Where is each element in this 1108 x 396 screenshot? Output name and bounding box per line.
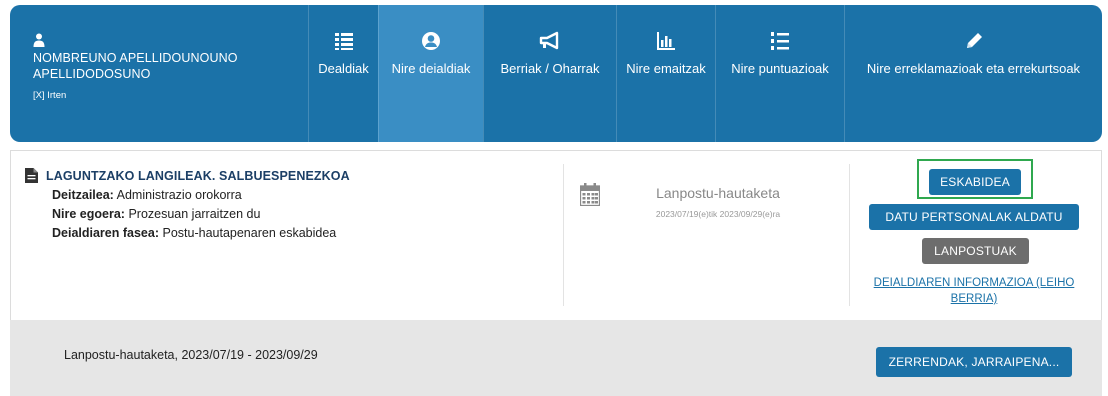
convener-row: Deitzailea: Administrazio orokorra bbox=[52, 188, 555, 202]
status-row: Nire egoera: Prozesuan jarraitzen du bbox=[52, 207, 555, 221]
posts-button[interactable]: LANPOSTUAK bbox=[922, 238, 1029, 264]
lists-tracking-button[interactable]: ZERRENDAK, JARRAIPENA... bbox=[876, 347, 1072, 377]
application-button[interactable]: ESKABIDEA bbox=[929, 169, 1021, 195]
bar-chart-icon bbox=[657, 32, 675, 50]
status-value: Prozesuan jarraitzen du bbox=[128, 207, 261, 221]
edit-personal-data-button[interactable]: DATU PERTSONALAK ALDATU bbox=[869, 204, 1079, 230]
convener-label: Deitzailea: bbox=[52, 188, 114, 202]
nav-label: Berriak / Oharrak bbox=[500, 61, 600, 76]
document-icon bbox=[25, 168, 38, 183]
user-circle-icon bbox=[422, 32, 440, 50]
user-block: NOMBREUNO APELLIDOUNOUNO APELLIDODOSUNO … bbox=[33, 33, 313, 103]
phase-name: Lanpostu-hautaketa bbox=[656, 185, 780, 201]
phase-value: Postu-hautapenaren eskabidea bbox=[162, 226, 337, 240]
nav-label: Nire erreklamazioak eta errekurtsoak bbox=[866, 61, 1081, 76]
nav-item-nire-emaitzak[interactable]: Nire emaitzak bbox=[616, 5, 715, 142]
user-name: NOMBREUNO APELLIDOUNOUNO APELLIDODOSUNO bbox=[33, 51, 238, 81]
logout-link[interactable]: [X] Irten bbox=[33, 90, 66, 101]
call-title: LAGUNTZAKO LANGILEAK. SALBUESPENEZKOA bbox=[46, 168, 350, 183]
top-navbar: NOMBREUNO APELLIDOUNOUNO APELLIDODOSUNO … bbox=[10, 5, 1102, 142]
divider bbox=[563, 164, 564, 306]
phase-dates: 2023/07/19(e)tik 2023/09/29(e)ra bbox=[655, 209, 781, 219]
call-title-row: LAGUNTZAKO LANGILEAK. SALBUESPENEZKOA bbox=[25, 168, 555, 183]
calendar-icon bbox=[580, 183, 600, 206]
call-card: LAGUNTZAKO LANGILEAK. SALBUESPENEZKOA De… bbox=[10, 150, 1102, 320]
megaphone-icon bbox=[539, 31, 559, 50]
list-icon bbox=[334, 33, 353, 50]
call-details: LAGUNTZAKO LANGILEAK. SALBUESPENEZKOA De… bbox=[25, 168, 555, 240]
phase-row: Deialdiaren fasea: Postu-hautapenaren es… bbox=[52, 226, 555, 240]
divider bbox=[849, 164, 850, 306]
phase-label: Deialdiaren fasea: bbox=[52, 226, 159, 240]
nav-label: Nire emaitzak bbox=[626, 61, 706, 76]
phase-summary: Lanpostu-hautaketa, 2023/07/19 - 2023/09… bbox=[64, 348, 318, 362]
nav-label: Nire deialdiak bbox=[391, 61, 471, 76]
nav-label: Nire puntuazioak bbox=[731, 61, 829, 76]
call-info-link[interactable]: DEIALDIAREN INFORMAZIOA (LEIHO BERRIA) bbox=[859, 275, 1089, 307]
nav-item-nire-erreklamazioak[interactable]: Nire erreklamazioak eta errekurtsoak bbox=[844, 5, 1102, 142]
nav-item-nire-puntuazioak[interactable]: Nire puntuazioak bbox=[715, 5, 844, 142]
user-icon bbox=[33, 33, 45, 47]
nav-label: Dealdiak bbox=[318, 61, 369, 76]
pencil-icon bbox=[966, 33, 982, 48]
status-label: Nire egoera: bbox=[52, 207, 125, 221]
convener-value: Administrazio orokorra bbox=[116, 188, 242, 202]
phase-list-row: Lanpostu-hautaketa, 2023/07/19 - 2023/09… bbox=[10, 320, 1102, 396]
nav-item-nire-deialdiak[interactable]: Nire deialdiak bbox=[378, 5, 483, 142]
numbered-list-icon bbox=[771, 32, 789, 50]
nav-item-dealdiak[interactable]: Dealdiak bbox=[308, 5, 378, 142]
nav-item-berriak[interactable]: Berriak / Oharrak bbox=[483, 5, 616, 142]
